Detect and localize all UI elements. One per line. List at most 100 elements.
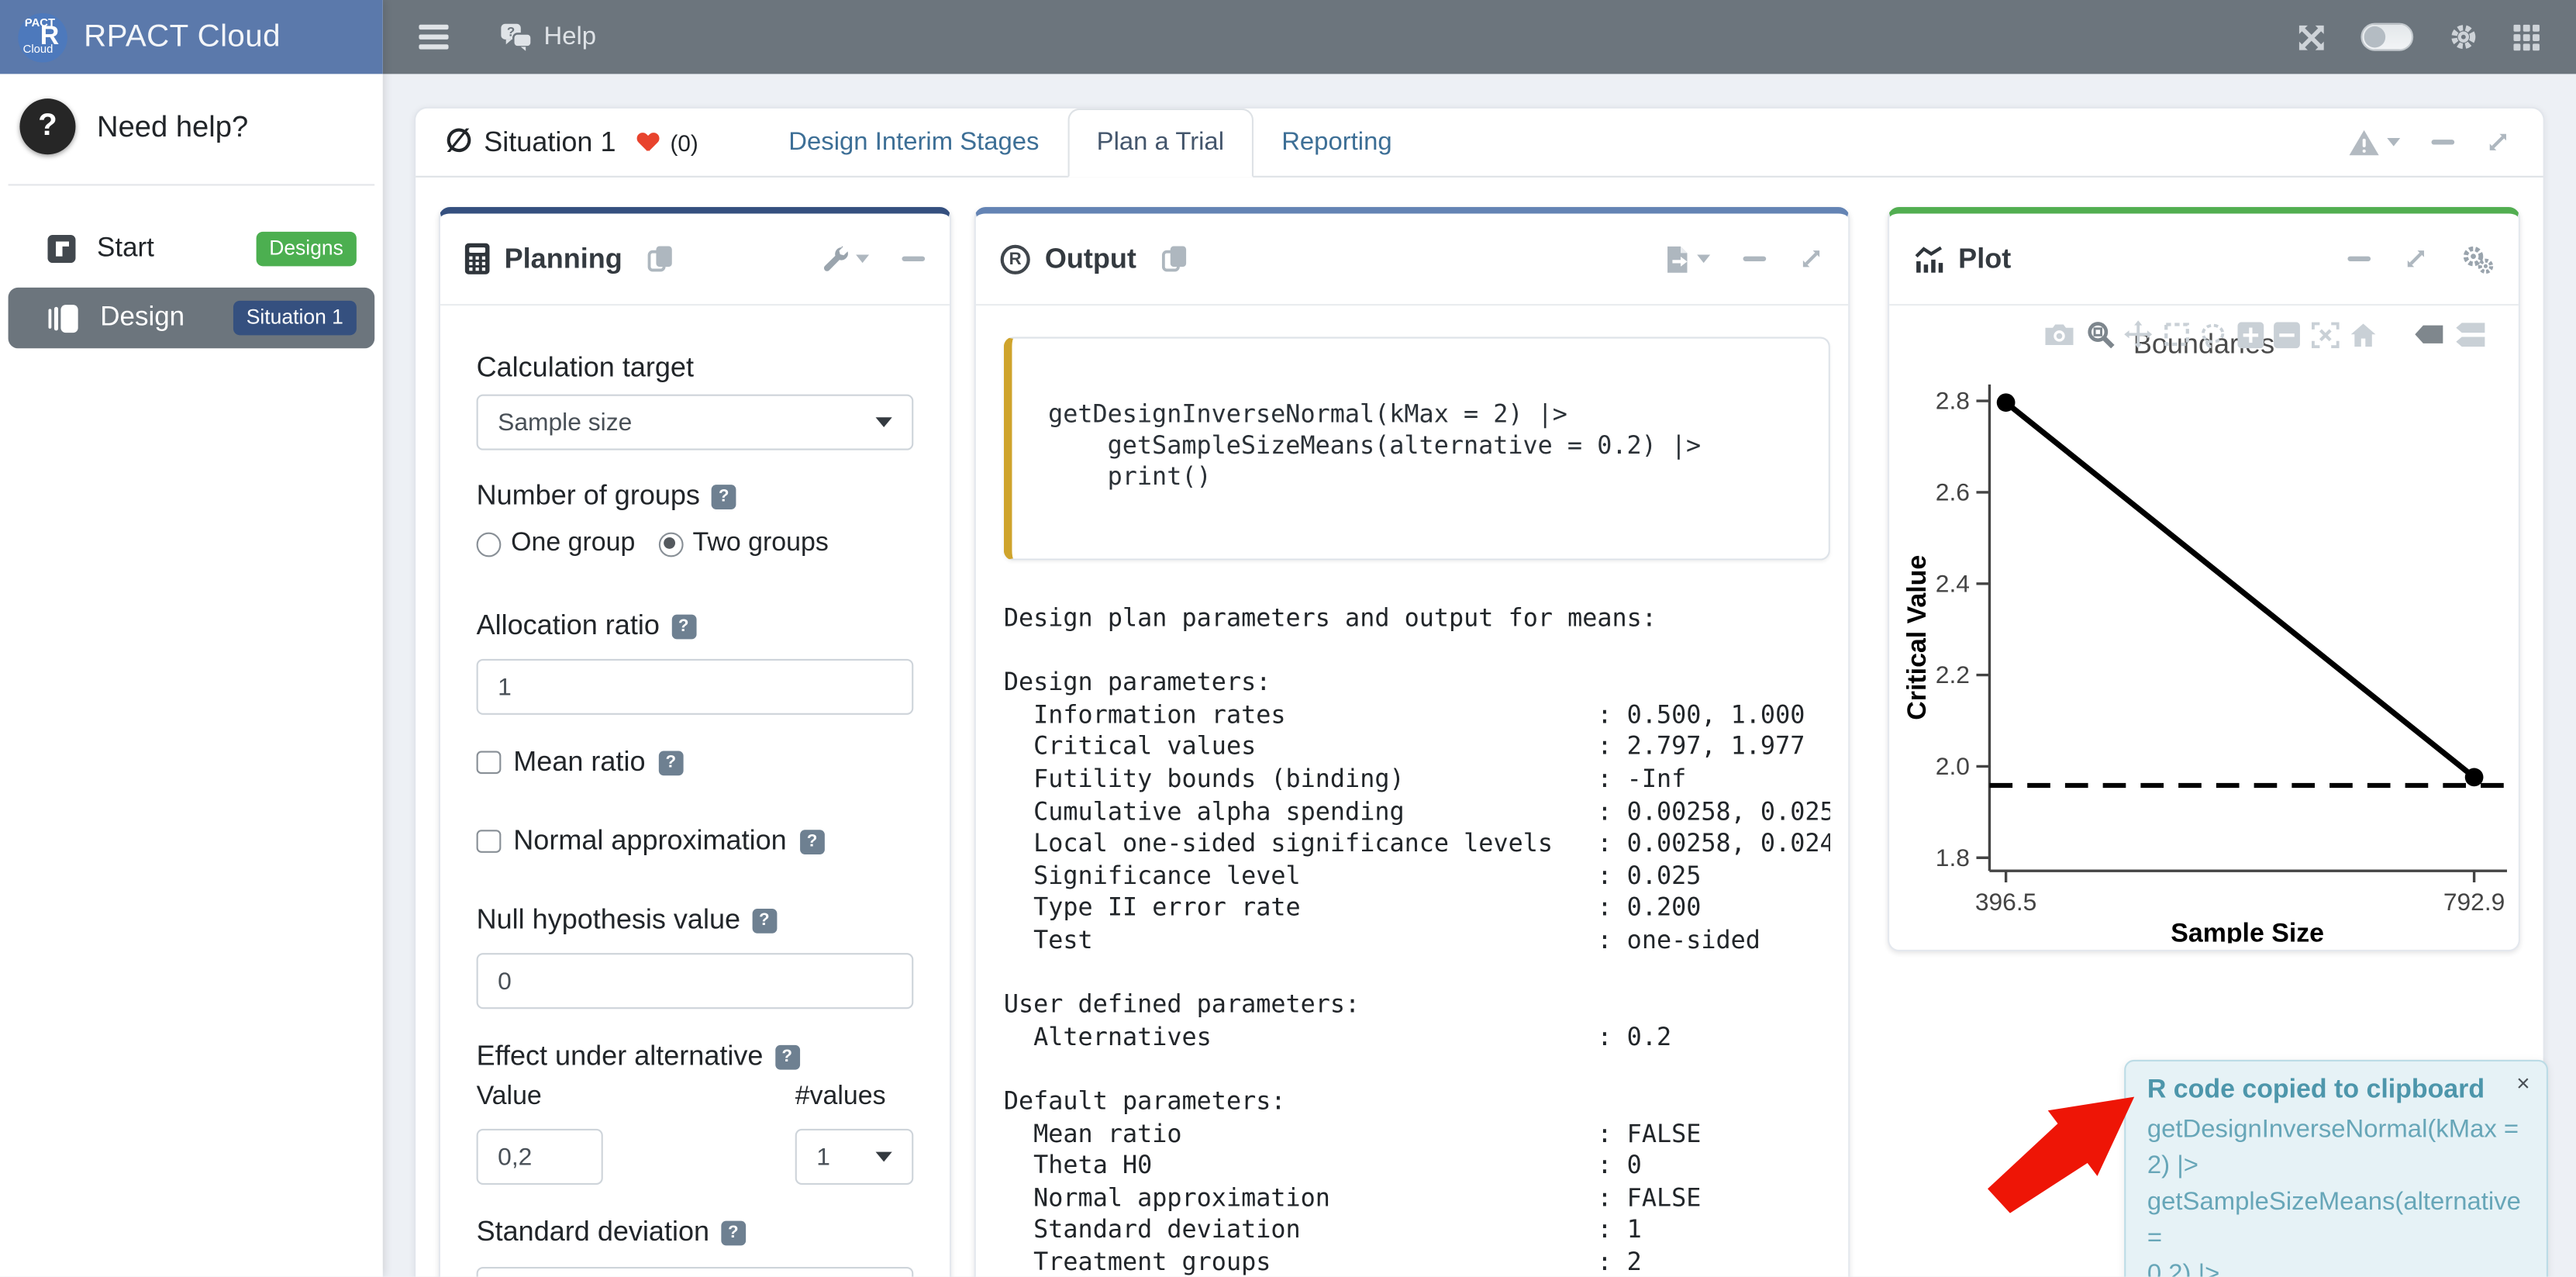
chevron-down-icon [876,417,892,427]
effect-sublabels: Value #values [477,1083,914,1113]
boundaries-plot[interactable]: 2.8 2.6 2.4 2.2 2.0 1.8 396.5 792.9 [1902,374,2513,943]
effect-under-alternative-label: Effect under alternative ? [477,1040,914,1072]
copy-button[interactable] [647,245,674,273]
fullscreen-icon[interactable] [2297,22,2326,52]
autoscale-icon[interactable] [2311,321,2339,347]
calculation-target-value: Sample size [498,409,632,437]
two-groups-radio[interactable] [658,532,683,557]
help-badge-icon[interactable]: ? [800,829,825,854]
hover-closest-icon[interactable] [2415,323,2444,345]
num-values-select[interactable]: 1 [795,1129,914,1185]
tab-reporting[interactable]: Reporting [1254,109,1420,176]
minimize-planning-button[interactable] [902,257,925,261]
help-badge-icon[interactable]: ? [671,614,696,639]
grid-menu-icon[interactable] [2513,24,2541,50]
y-tick: 1.8 [1936,844,1970,871]
zoom-icon[interactable] [2085,320,2113,348]
app-viewport: PACT R Cloud RPACT Cloud ? Need help? St… [0,0,2576,1277]
help-badge-icon[interactable]: ? [721,1220,746,1245]
toast-notification: R code copied to clipboard getDesignInve… [2124,1060,2548,1277]
sidebar-item-design[interactable]: Design Situation 1 [9,288,375,348]
situation-label: Situation 1 [484,126,616,158]
number-of-groups-label: Number of groups ? [477,480,914,513]
output-title: Output [1045,243,1136,275]
empty-set-icon: ∅ [445,123,472,161]
theme-toggle-switch[interactable] [2360,23,2413,51]
standard-deviation-input[interactable] [477,1267,914,1277]
normal-approximation-row: Normal approximation ? [477,825,914,858]
hamburger-menu-icon[interactable] [419,25,448,49]
tab-plan-a-trial[interactable]: Plan a Trial [1067,109,1254,178]
one-group-radio[interactable] [477,532,502,557]
tools-dropdown-button[interactable] [822,245,869,273]
minimize-workspace-button[interactable] [2432,140,2455,144]
design-icon [47,303,78,333]
y-tick: 2.0 [1936,752,1970,780]
mean-ratio-row: Mean ratio ? [477,746,914,778]
expand-plot-button[interactable] [2403,247,2428,271]
plot-panel: Plot Boundaries [1888,207,2520,951]
y-tick: 2.8 [1936,387,1970,415]
plotly-modebar [2043,320,2502,348]
help-badge-icon[interactable]: ? [658,750,683,775]
null-hypothesis-label: Null hypothesis value ? [477,904,914,937]
label-text: Null hypothesis value [477,904,740,937]
normal-approximation-checkbox[interactable] [477,830,501,854]
tab-actions [2347,109,2543,176]
copy-button[interactable] [1161,245,1188,273]
effect-value-input[interactable] [477,1129,603,1185]
settings-gear-icon[interactable] [2448,22,2479,53]
reset-axes-home-icon[interactable] [2350,321,2378,347]
mean-ratio-label: Mean ratio [513,746,645,778]
box-select-icon[interactable] [2163,322,2189,347]
sidebar-item-label: Start [97,233,235,264]
help-badge-icon[interactable]: ? [752,908,777,933]
sidebar-item-label: Design [100,302,212,333]
zoom-in-icon[interactable] [2236,321,2263,347]
chart-icon [1914,246,1943,272]
null-hypothesis-input[interactable] [477,953,914,1009]
tab-design-interim-stages[interactable]: Design Interim Stages [760,109,1067,176]
plot-panel-header: Plot [1889,214,2519,306]
lasso-select-icon[interactable] [2200,321,2226,347]
r-logo-icon: R [1001,244,1030,274]
minimize-output-button[interactable] [1743,257,1767,261]
calculator-icon [465,243,490,274]
minimize-plot-button[interactable] [2347,257,2371,261]
chevron-down-icon [2387,138,2400,147]
r-code-block: getDesignInverseNormal(kMax = 2) |> getS… [1004,337,1830,560]
num-values-value: 1 [816,1143,830,1171]
logo-text-bottom: Cloud [23,43,53,55]
camera-icon[interactable] [2043,322,2074,347]
toast-close-button[interactable]: × [2516,1070,2529,1096]
mean-ratio-checkbox[interactable] [477,751,501,775]
help-badge-icon[interactable]: ? [774,1044,799,1069]
planning-panel-header: Planning [440,214,950,306]
help-button[interactable]: ? Help [499,22,596,52]
brand-title: RPACT Cloud [84,19,281,55]
calculation-target-label: Calculation target [477,352,914,385]
designs-badge: Designs [256,232,357,267]
toast-title: R code copied to clipboard [2147,1076,2525,1106]
hover-compare-icon[interactable] [2455,321,2485,347]
heart-icon[interactable] [637,133,659,152]
label-text: Allocation ratio [477,609,660,642]
plot-settings-gears-icon[interactable] [2461,244,2494,274]
plot-body: Boundaries [1889,305,2519,944]
need-help-link[interactable]: ? Need help? [19,98,363,154]
r-output-text: Design plan parameters and output for me… [1004,603,1830,1277]
zoom-out-icon[interactable] [2274,321,2300,347]
calculation-target-select[interactable]: Sample size [477,395,914,450]
export-dropdown-button[interactable] [1664,244,1710,274]
planning-panel: Planning Calculation target Sample size [439,207,951,1277]
sidebar-item-start[interactable]: Start Designs [9,219,375,279]
pan-icon[interactable] [2124,320,2152,348]
expand-output-button[interactable] [1799,247,1824,271]
warnings-dropdown-button[interactable] [2347,127,2400,157]
allocation-ratio-input[interactable] [477,659,914,715]
expand-workspace-button[interactable] [2485,129,2510,154]
toggle-knob [2364,26,2386,48]
help-badge-icon[interactable]: ? [712,484,736,509]
x-axis-label: Sample Size [2171,918,2324,943]
output-panel-header: R Output [976,214,1848,306]
